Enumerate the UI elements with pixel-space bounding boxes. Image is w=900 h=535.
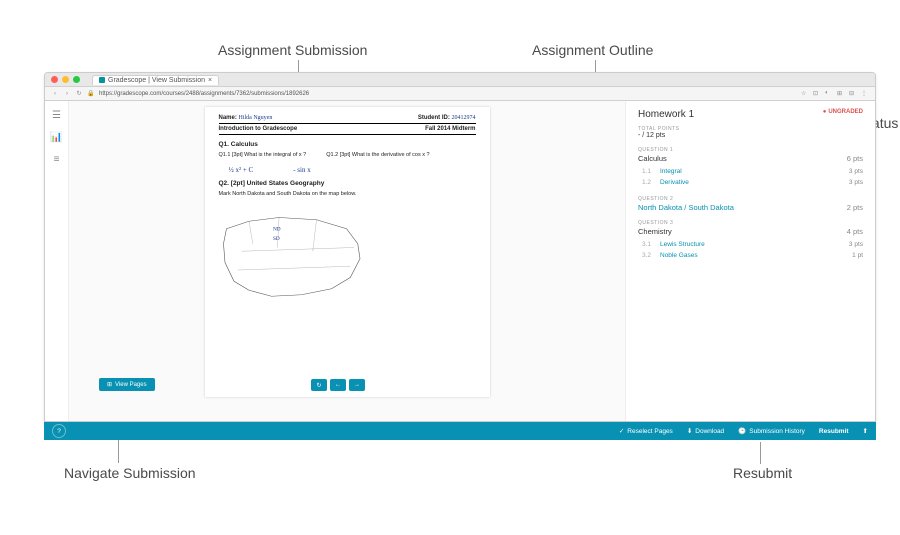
- q1-1-ans: ½ x² + C: [229, 166, 254, 174]
- q1-1-text: Q1.1 [3pt] What is the integral of x ?: [219, 152, 307, 158]
- question-name[interactable]: Calculus6 pts: [638, 154, 863, 163]
- submission-page[interactable]: Name: Hilda Nguyen Student ID: 20412974 …: [205, 107, 490, 397]
- subquestion-link[interactable]: 3.2Noble Gases1 pt: [642, 250, 863, 261]
- stats-icon[interactable]: 📊: [51, 131, 63, 143]
- download-button[interactable]: ⬇ Download: [687, 427, 724, 435]
- term-name: Fall 2014 Midterm: [425, 126, 475, 132]
- favicon: [99, 77, 105, 83]
- question-number: QUESTION 1: [638, 147, 863, 153]
- question-block: QUESTION 2North Dakota / South Dakota2 p…: [638, 196, 863, 212]
- reselect-label: Reselect Pages: [627, 428, 673, 435]
- star-icon[interactable]: ☆: [801, 90, 809, 98]
- reload-icon[interactable]: ↻: [75, 90, 83, 98]
- grading-status: UNGRADED: [823, 109, 863, 115]
- grid-icon: ⊞: [107, 381, 112, 388]
- help-icon[interactable]: ?: [52, 424, 66, 438]
- course-name: Introduction to Gradescope: [219, 126, 298, 132]
- q1-2-text: Q1.2 [3pt] What is the derivative of cos…: [326, 152, 429, 158]
- q2-title: Q2. [2pt] United States Geography: [219, 180, 476, 187]
- name-label: Name:: [219, 115, 237, 121]
- annotation-navigate: Navigate Submission: [64, 465, 196, 481]
- tab-title: Gradescope | View Submission: [108, 77, 205, 84]
- browser-window: Gradescope | View Submission × ‹ › ↻ 🔒 h…: [44, 72, 876, 422]
- q1-title: Q1. Calculus: [219, 141, 476, 148]
- question-number: QUESTION 2: [638, 196, 863, 202]
- address-bar: ‹ › ↻ 🔒 https://gradescope.com/courses/2…: [45, 87, 875, 101]
- question-block: QUESTION 1Calculus6 pts 1.1Integral3 pts1…: [638, 147, 863, 188]
- subquestion-link[interactable]: 1.1Integral3 pts: [642, 166, 863, 177]
- total-points-value: - / 12 pts: [638, 132, 863, 139]
- menu-icon[interactable]: ☰: [51, 109, 63, 121]
- q1-2-ans: - sin x: [293, 166, 311, 174]
- url-text[interactable]: https://gradescope.com/courses/2488/assi…: [99, 91, 797, 97]
- submission-history-button[interactable]: 🕒 Submission History: [738, 427, 805, 435]
- outline-panel: UNGRADED Homework 1 TOTAL POINTS - / 12 …: [625, 101, 875, 421]
- annotation-line: [760, 442, 761, 464]
- annotation-resubmit: Resubmit: [733, 465, 792, 481]
- pager: ↻ ← →: [311, 379, 365, 391]
- annotation-submission: Assignment Submission: [218, 42, 367, 58]
- download-label: Download: [695, 428, 724, 435]
- annotation-outline: Assignment Outline: [532, 42, 653, 58]
- ext-icon[interactable]: ⊡: [813, 90, 821, 98]
- browser-titlebar: Gradescope | View Submission ×: [45, 73, 875, 87]
- traffic-light-close[interactable]: [51, 76, 58, 83]
- next-page-button[interactable]: →: [349, 379, 365, 391]
- question-name[interactable]: Chemistry4 pts: [638, 227, 863, 236]
- view-pages-button[interactable]: ⊞ View Pages: [99, 378, 155, 391]
- us-map: ND SD: [219, 205, 369, 305]
- traffic-light-max[interactable]: [73, 76, 80, 83]
- menu-icon[interactable]: ⋮: [861, 90, 869, 98]
- forward-icon[interactable]: ›: [63, 90, 71, 98]
- svg-text:ND: ND: [273, 226, 281, 232]
- bottom-bar: ? ✓ Reselect Pages ⬇ Download 🕒 Submissi…: [44, 422, 876, 440]
- history-label: Submission History: [749, 428, 805, 435]
- ext-icon[interactable]: ⊞: [837, 90, 845, 98]
- subquestion-link[interactable]: 1.2Derivative3 pts: [642, 177, 863, 188]
- reselect-pages-button[interactable]: ✓ Reselect Pages: [619, 427, 673, 435]
- resubmit-button[interactable]: Resubmit: [819, 428, 849, 435]
- lock-icon: 🔒: [87, 90, 95, 98]
- ext-icon[interactable]: ⊟: [849, 90, 857, 98]
- browser-tab[interactable]: Gradescope | View Submission ×: [92, 75, 219, 85]
- left-rail: ☰ 📊 ≡: [45, 101, 69, 421]
- question-name[interactable]: North Dakota / South Dakota2 pts: [638, 203, 863, 212]
- ext-icon[interactable]: ◐: [825, 90, 833, 98]
- view-pages-label: View Pages: [115, 382, 147, 388]
- refresh-button[interactable]: ↻: [311, 379, 327, 391]
- traffic-light-min[interactable]: [62, 76, 69, 83]
- back-icon[interactable]: ‹: [51, 90, 59, 98]
- submission-viewer: Name: Hilda Nguyen Student ID: 20412974 …: [69, 101, 625, 421]
- svg-text:SD: SD: [273, 236, 280, 242]
- name-value: Hilda Nguyen: [239, 115, 273, 121]
- sid-value: 20412974: [452, 115, 476, 121]
- question-block: QUESTION 3Chemistry4 pts 3.1Lewis Structu…: [638, 220, 863, 261]
- app-body: ☰ 📊 ≡ Name: Hilda Nguyen Student ID: 204…: [45, 101, 875, 421]
- upload-icon[interactable]: ⬆: [863, 427, 868, 435]
- question-number: QUESTION 3: [638, 220, 863, 226]
- list-icon[interactable]: ≡: [51, 153, 63, 165]
- q2-sub: Mark North Dakota and South Dakota on th…: [219, 191, 476, 197]
- sid-label: Student ID:: [418, 115, 450, 121]
- prev-page-button[interactable]: ←: [330, 379, 346, 391]
- subquestion-link[interactable]: 3.1Lewis Structure3 pts: [642, 239, 863, 250]
